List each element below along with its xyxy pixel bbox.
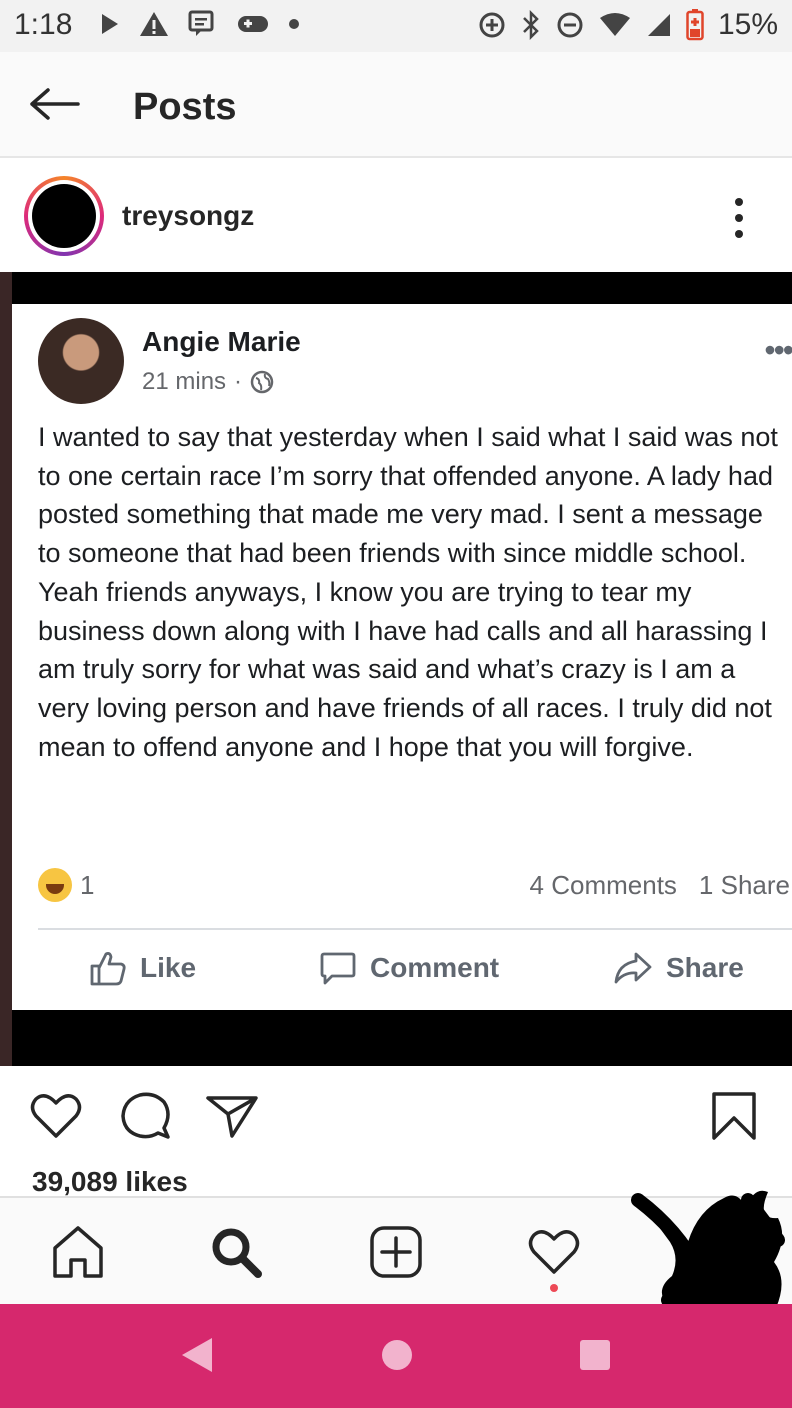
bluetooth-icon xyxy=(523,10,539,40)
dot-icon xyxy=(289,19,299,29)
comment-icon[interactable] xyxy=(118,1090,174,1142)
data-saver-icon xyxy=(479,12,505,38)
fb-comment-action: Comment xyxy=(318,948,499,988)
likes-count[interactable]: 39,089 likes xyxy=(32,1166,188,1198)
fb-reaction-count: 1 xyxy=(80,869,95,900)
system-nav-bar xyxy=(0,1304,792,1408)
fb-share-action: Share xyxy=(612,948,744,988)
system-back-icon[interactable] xyxy=(180,1336,214,1374)
post-image[interactable]: Angie Marie 21 mins · ••• I wanted to sa… xyxy=(0,272,792,1066)
post-actions xyxy=(0,1066,792,1166)
story-ring[interactable] xyxy=(24,176,104,256)
share-arrow-icon xyxy=(614,952,652,984)
status-bar: 1:18 15% xyxy=(0,0,792,52)
chat-icon xyxy=(188,10,214,36)
fb-post-meta: 21 mins · xyxy=(142,368,274,396)
status-system-icons: 15% xyxy=(478,8,778,42)
bookmark-icon[interactable] xyxy=(706,1090,762,1142)
post-author-row: treysongz xyxy=(0,160,792,272)
status-notification-icons xyxy=(100,10,300,38)
avatar xyxy=(32,184,96,248)
fb-post-time: 21 mins xyxy=(142,368,227,395)
fb-reactions: 1 xyxy=(38,868,94,902)
gamepad-icon xyxy=(238,16,268,32)
fb-share-count: 1 Share xyxy=(698,870,790,900)
notification-dot xyxy=(550,1284,558,1292)
fb-comment-count: 4 Comments xyxy=(529,870,677,900)
fb-actions: Like Comment Share xyxy=(12,948,792,998)
globe-icon xyxy=(250,370,274,394)
post-username[interactable]: treysongz xyxy=(122,200,254,232)
warning-icon xyxy=(140,12,168,36)
fb-avatar xyxy=(38,318,124,404)
fb-post-card: Angie Marie 21 mins · ••• I wanted to sa… xyxy=(12,304,792,1010)
activity-heart-icon[interactable] xyxy=(526,1224,582,1280)
play-icon xyxy=(102,14,118,34)
haha-emoji-icon xyxy=(38,868,72,902)
wifi-icon xyxy=(599,13,630,36)
heart-icon[interactable] xyxy=(28,1090,84,1142)
search-icon[interactable] xyxy=(208,1224,264,1280)
page-title: Posts xyxy=(133,86,237,128)
fb-meta-separator: · xyxy=(234,368,243,395)
fb-more-icon: ••• xyxy=(764,332,792,368)
new-post-icon[interactable] xyxy=(368,1224,424,1280)
status-time: 1:18 xyxy=(14,8,73,41)
comment-bubble-icon xyxy=(320,952,356,985)
signal-icon xyxy=(647,14,670,36)
back-arrow-icon[interactable] xyxy=(26,84,82,124)
home-icon[interactable] xyxy=(50,1224,106,1280)
app-header: Posts xyxy=(0,52,792,158)
system-home-icon[interactable] xyxy=(380,1336,414,1374)
system-recents-icon[interactable] xyxy=(578,1336,612,1374)
fb-counts: 4 Comments 1 Share xyxy=(530,870,790,901)
direct-share-icon[interactable] xyxy=(204,1090,260,1142)
dnd-icon xyxy=(557,12,583,38)
more-options-icon[interactable] xyxy=(728,196,750,240)
fb-like-action: Like xyxy=(88,948,196,988)
battery-low-icon xyxy=(686,9,704,41)
fb-post-text: I wanted to say that yesterday when I sa… xyxy=(38,422,778,762)
fb-author-name: Angie Marie xyxy=(142,326,301,357)
fb-divider xyxy=(38,928,792,930)
thumbs-up-icon xyxy=(90,952,126,986)
battery-percent: 15% xyxy=(717,8,778,41)
